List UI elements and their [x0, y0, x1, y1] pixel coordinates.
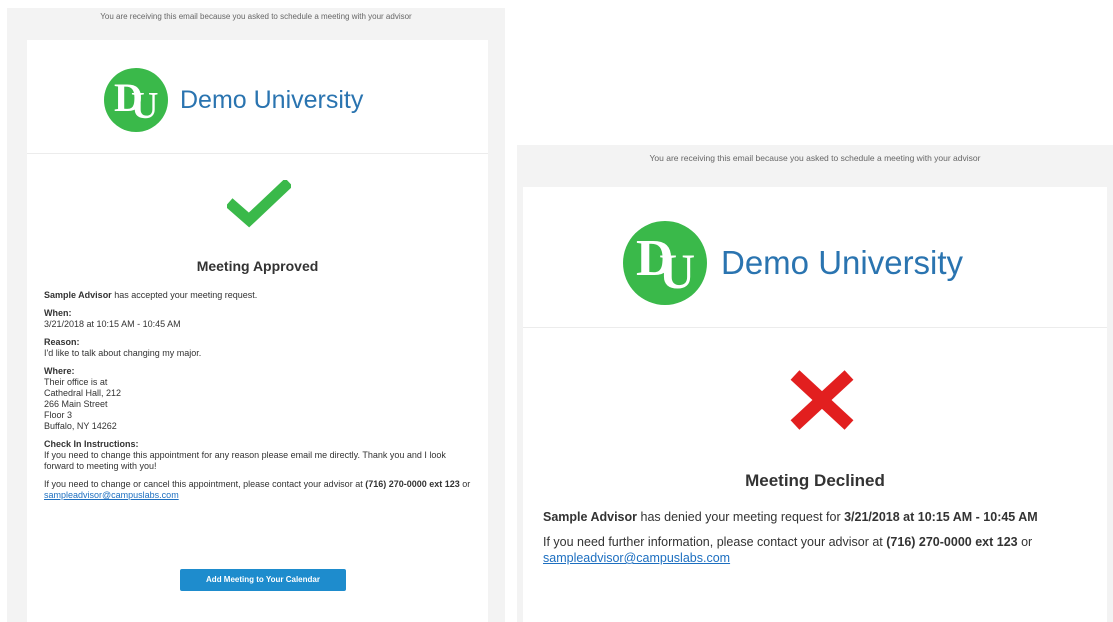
intro-text: has accepted your meeting request.	[111, 290, 258, 300]
where-line: Floor 3	[44, 410, 73, 420]
reason-section: Reason: I'd like to talk about changing …	[44, 337, 474, 359]
reason-value: I'd like to talk about changing my major…	[44, 348, 202, 358]
contact-paragraph: If you need to change or cancel this app…	[44, 479, 474, 501]
contact-text: If you need to change or cancel this app…	[44, 479, 366, 489]
divider	[27, 153, 488, 154]
email-preheader: You are receiving this email because you…	[100, 12, 412, 21]
add-to-calendar-button[interactable]: Add Meeting to Your Calendar	[180, 569, 346, 591]
checkmark-icon	[225, 178, 293, 233]
du-monogram-icon: D U	[623, 221, 707, 305]
du-monogram-icon: D U	[104, 68, 168, 132]
contact-or: or	[1017, 535, 1033, 549]
email-card: D U Demo University Meeting Approved Sam…	[27, 40, 488, 622]
reason-label: Reason:	[44, 337, 80, 347]
meeting-datetime: 3/21/2018 at 10:15 AM - 10:45 AM	[844, 510, 1038, 524]
intro-text: has denied your meeting request for	[637, 510, 845, 524]
checkin-section: Check In Instructions: If you need to ch…	[44, 439, 474, 472]
where-line: Their office is at	[44, 377, 108, 387]
intro-paragraph: Sample Advisor has denied your meeting r…	[543, 509, 1085, 525]
where-label: Where:	[44, 366, 75, 376]
contact-paragraph: If you need further information, please …	[543, 534, 1085, 566]
approved-email: You are receiving this email because you…	[7, 8, 505, 622]
divider	[523, 327, 1107, 328]
where-line: Buffalo, NY 14262	[44, 421, 117, 431]
declined-email: You are receiving this email because you…	[517, 145, 1113, 622]
where-line: 266 Main Street	[44, 399, 108, 409]
advisor-email-link[interactable]: sampleadvisor@campuslabs.com	[543, 551, 730, 565]
when-section: When: 3/21/2018 at 10:15 AM - 10:45 AM	[44, 308, 474, 330]
advisor-name: Sample Advisor	[44, 290, 112, 300]
checkin-label: Check In Instructions:	[44, 439, 139, 449]
advisor-email-link[interactable]: sampleadvisor@campuslabs.com	[44, 490, 179, 500]
email-preheader: You are receiving this email because you…	[649, 153, 981, 163]
checkin-value: If you need to change this appointment f…	[44, 450, 446, 471]
x-mark-icon	[787, 369, 857, 436]
university-logo: D U Demo University	[104, 68, 363, 132]
meeting-details: Sample Advisor has accepted your meeting…	[44, 290, 474, 508]
advisor-name: Sample Advisor	[543, 510, 638, 524]
university-name: Demo University	[721, 244, 964, 281]
contact-or: or	[459, 479, 471, 489]
advisor-phone: (716) 270-0000 ext 123	[365, 479, 460, 489]
contact-text: If you need further information, please …	[543, 535, 887, 549]
meeting-status-title: Meeting Approved	[196, 258, 319, 274]
intro-paragraph: Sample Advisor has accepted your meeting…	[44, 290, 474, 301]
university-name: Demo University	[180, 85, 364, 114]
advisor-phone: (716) 270-0000 ext 123	[886, 535, 1018, 549]
meeting-details: Sample Advisor has denied your meeting r…	[543, 509, 1085, 575]
when-label: When:	[44, 308, 72, 318]
monogram-u: U	[659, 243, 696, 299]
where-line: Cathedral Hall, 212	[44, 388, 122, 398]
when-value: 3/21/2018 at 10:15 AM - 10:45 AM	[44, 319, 181, 329]
meeting-status-title: Meeting Declined	[745, 471, 885, 490]
where-section: Where: Their office is at Cathedral Hall…	[44, 366, 474, 432]
monogram-u: U	[131, 85, 159, 127]
university-logo: D U Demo University	[623, 221, 963, 305]
email-card: D U Demo University Meeting Declined Sam…	[523, 187, 1107, 622]
